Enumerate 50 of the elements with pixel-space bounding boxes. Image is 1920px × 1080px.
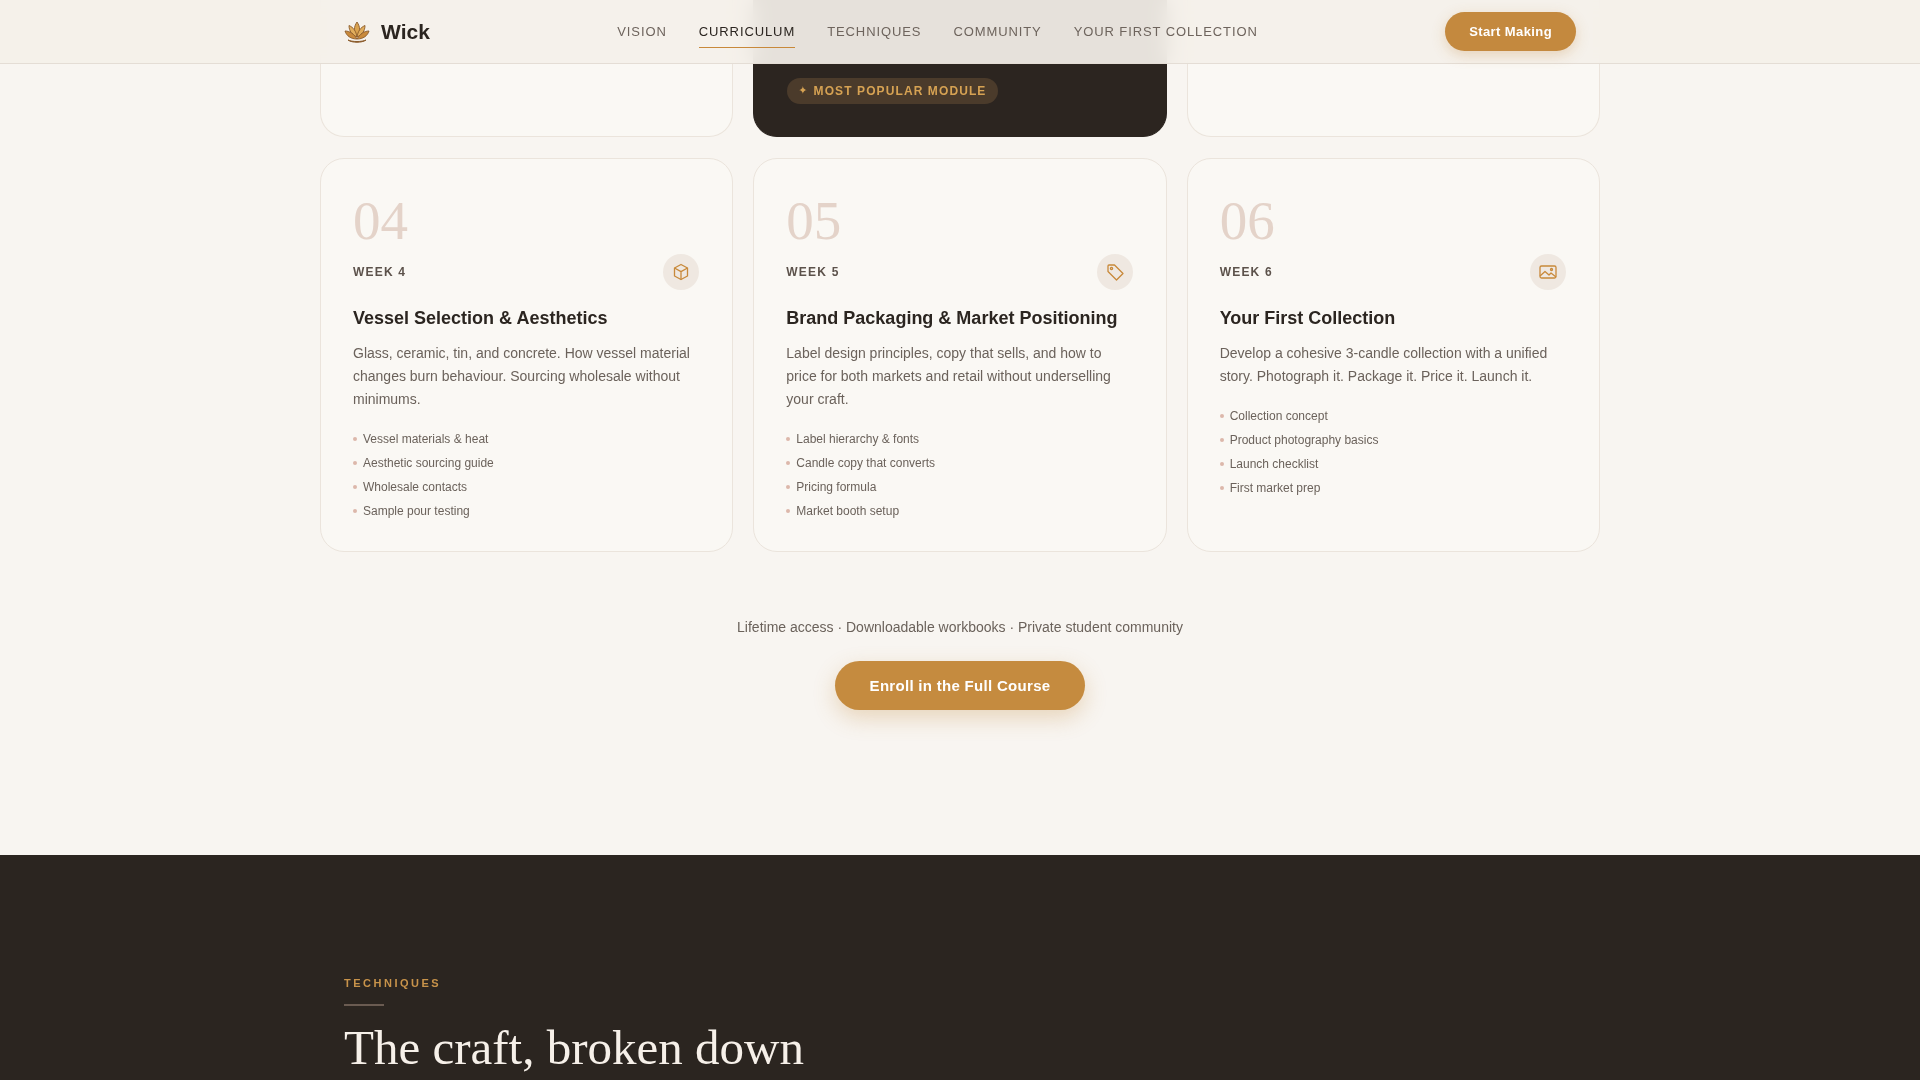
topic-text: Pricing formula: [796, 479, 877, 497]
start-making-button[interactable]: Start Making: [1445, 12, 1576, 51]
topic-text: Sample pour testing: [363, 503, 470, 521]
bullet-icon: [1219, 486, 1224, 491]
module-description: Develop a cohesive 3-candle collection with a unified story. Photograph it. Package it. Price it. Launch it.: [1219, 344, 1549, 387]
nav-link[interactable]: VISION: [617, 15, 667, 48]
topic-text: Collection concept: [1229, 408, 1328, 426]
course-perks: Lifetime access · Downloadable workbooks · Private student community: [736, 618, 1184, 638]
topic-text: Aesthetic sourcing guide: [363, 455, 494, 473]
bullet-icon: [1219, 414, 1224, 419]
module-title: Vessel Selection & Aesthetics: [353, 307, 609, 330]
bullet-icon: [786, 509, 791, 514]
bullet-icon: [786, 461, 791, 466]
bullet-icon: [353, 485, 357, 490]
topic-text: Vessel materials & heat: [363, 431, 489, 449]
lotus-icon: [344, 19, 370, 44]
bullet-icon: [1219, 438, 1224, 443]
topic-text: Wholesale contacts: [363, 479, 468, 497]
week-label: WEEK 5: [786, 265, 840, 279]
bullet-icon: [353, 461, 357, 466]
bullet-icon: [353, 509, 357, 514]
bullet-icon: [1219, 462, 1224, 467]
nav-link[interactable]: TECHNIQUES: [827, 15, 922, 48]
brand-name[interactable]: Wick: [381, 19, 430, 44]
badge-label: MOST POPULAR MODULE: [813, 84, 987, 98]
topic-text: Market booth setup: [796, 503, 900, 521]
tag-icon: [1096, 254, 1133, 290]
nav-link[interactable]: CURRICULUM: [698, 15, 796, 48]
topic-text: Launch checklist: [1229, 456, 1319, 474]
week-label: WEEK 4: [353, 265, 407, 279]
week-label: WEEK 6: [1219, 265, 1273, 279]
module-description: Label design principles, copy that sells, and how to price for both markets and retail without underselling your craft.: [786, 344, 1112, 410]
bullet-icon: [786, 437, 791, 442]
sparkle-icon: ✦: [798, 84, 808, 98]
module-title: Brand Packaging & Market Positioning: [786, 307, 1119, 330]
nav-link[interactable]: YOUR FIRST COLLECTION: [1073, 15, 1258, 48]
topic-text: Candle copy that converts: [796, 455, 936, 473]
cube-icon: [663, 254, 700, 290]
bullet-icon: [353, 437, 357, 442]
bullet-icon: [786, 485, 791, 490]
image-icon: [1530, 254, 1566, 290]
topic-text: Product photography basics: [1229, 432, 1379, 450]
topic-text: First market prep: [1229, 480, 1321, 498]
section-heading: The craft, broken down: [344, 1020, 805, 1077]
section-eyebrow: TECHNIQUES: [344, 976, 443, 990]
module-description: Glass, ceramic, tin, and concrete. How vessel material changes burn behaviour. Sourcing wholesale without minimums.: [353, 344, 691, 410]
topic-text: Label hierarchy & fonts: [796, 431, 920, 449]
module-title: Your First Collection: [1219, 307, 1397, 330]
nav-link[interactable]: COMMUNITY: [953, 15, 1042, 48]
enroll-button[interactable]: Enroll in the Full Course: [834, 661, 1086, 711]
